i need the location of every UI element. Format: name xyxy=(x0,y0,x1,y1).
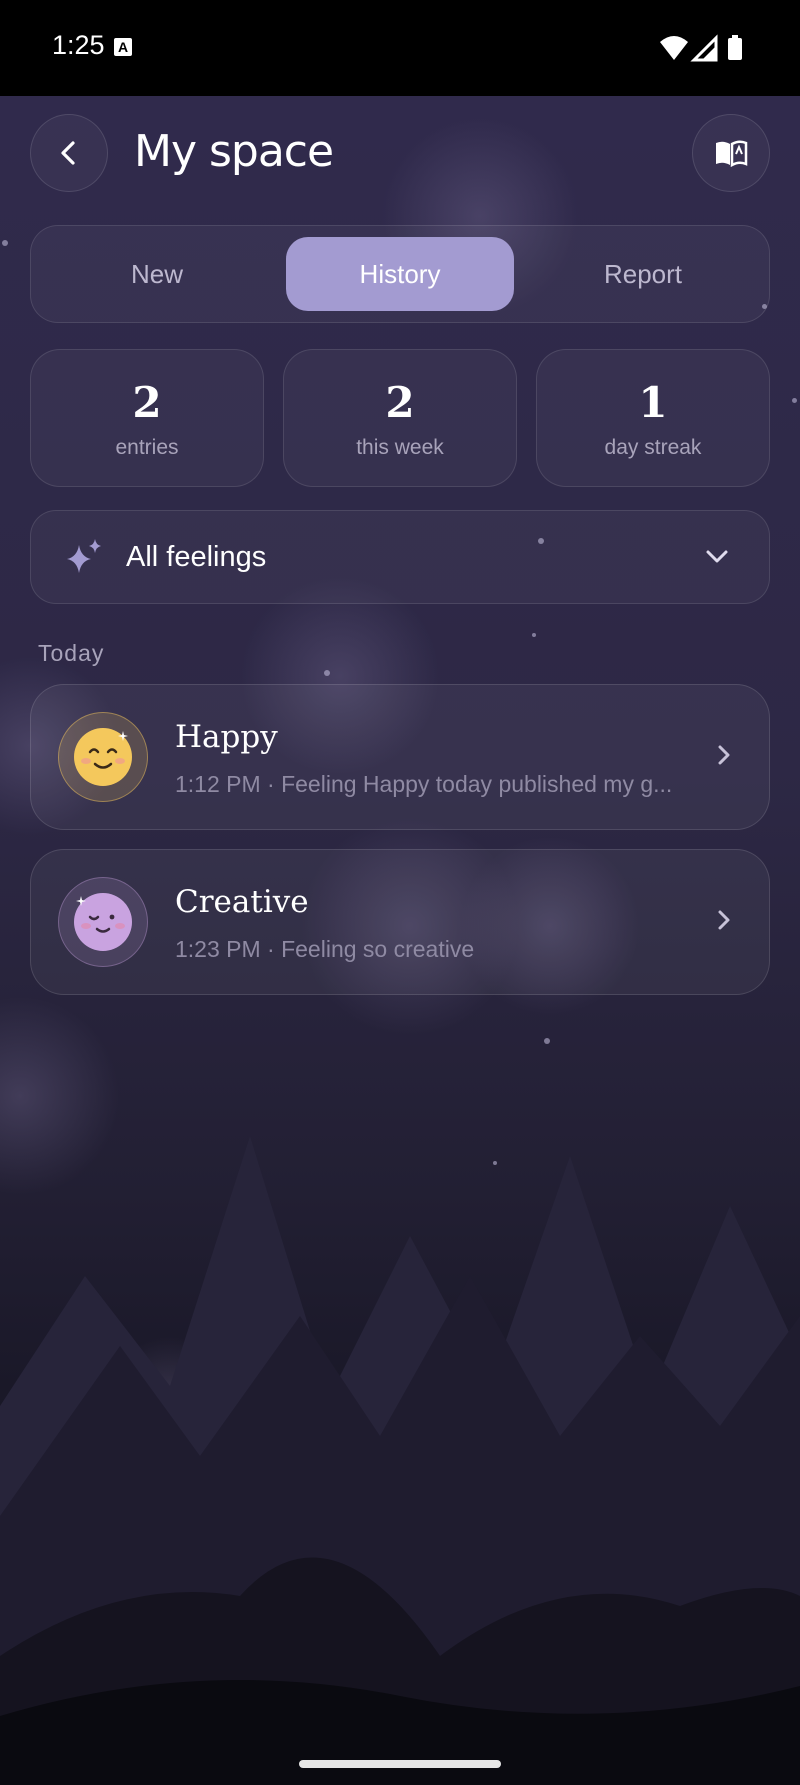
section-today-label: Today xyxy=(38,640,105,666)
chevron-down-icon xyxy=(706,550,728,563)
chevron-right-icon xyxy=(718,910,730,930)
avatar xyxy=(58,877,148,967)
stat-entries-label: entries xyxy=(115,436,179,459)
creative-face-icon xyxy=(74,893,132,951)
keyboard-indicator-icon: A xyxy=(114,38,132,56)
status-time: 1:25 xyxy=(52,30,105,60)
stat-entries-value: 2 xyxy=(132,378,162,427)
avatar xyxy=(58,712,148,802)
entry-subtitle: 1:23 PM · Feeling so creative xyxy=(175,936,475,962)
wifi-signal-battery-icon xyxy=(660,34,742,62)
stat-day-streak-label: day streak xyxy=(604,436,702,459)
home-indicator[interactable] xyxy=(299,1760,501,1768)
entry-title: Creative xyxy=(175,884,309,920)
stat-this-week-value: 2 xyxy=(385,378,415,427)
journal-button[interactable] xyxy=(692,114,770,192)
filter-label: All feelings xyxy=(126,541,267,573)
stat-this-week-label: this week xyxy=(356,436,444,459)
status-icons xyxy=(658,34,750,67)
chevron-left-icon xyxy=(61,141,75,165)
tab-report[interactable]: Report xyxy=(529,237,757,311)
entry-card-creative[interactable]: Creative 1:23 PM · Feeling so creative xyxy=(30,849,770,995)
status-bar: 1:25 A xyxy=(0,0,800,96)
chevron-right-icon xyxy=(718,745,730,765)
feelings-filter-dropdown[interactable]: All feelings xyxy=(30,510,770,604)
stat-day-streak: 1 day streak xyxy=(536,349,770,487)
sparkle-icon xyxy=(67,539,101,573)
stat-entries: 2 entries xyxy=(30,349,264,487)
segmented-tabs: New History Report xyxy=(30,225,770,323)
book-open-icon xyxy=(716,140,748,168)
page-title: My space xyxy=(134,126,334,177)
entry-subtitle: 1:12 PM · Feeling Happy today published … xyxy=(175,771,673,797)
mountains-illustration xyxy=(0,1136,800,1785)
back-button[interactable] xyxy=(30,114,108,192)
tab-new[interactable]: New xyxy=(43,237,271,311)
tab-history[interactable]: History xyxy=(286,237,514,311)
stat-this-week: 2 this week xyxy=(283,349,517,487)
happy-face-icon xyxy=(74,728,132,786)
entry-title: Happy xyxy=(175,719,278,755)
entry-card-happy[interactable]: Happy 1:12 PM · Feeling Happy today publ… xyxy=(30,684,770,830)
stat-day-streak-value: 1 xyxy=(638,378,668,427)
